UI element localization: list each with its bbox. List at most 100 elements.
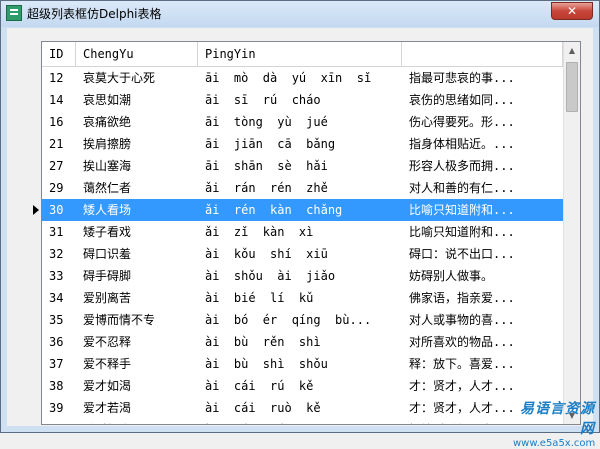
cell-pinyin: ài cái rú kě bbox=[205, 379, 314, 393]
cell-pinyin: ài bié lí kǔ bbox=[205, 291, 314, 305]
cell-chengyu: 哀思如潮 bbox=[83, 93, 132, 107]
cell-chengyu: 矮人看场 bbox=[83, 203, 132, 217]
cell-chengyu: 蔼然仁者 bbox=[83, 181, 132, 195]
cell-pinyin: āi shān sè hǎi bbox=[205, 159, 328, 173]
cell-pinyin: ǎi rén kàn chǎng bbox=[205, 203, 343, 217]
table-row[interactable]: 30 矮人看场 ǎi rén kàn chǎng 比喻只知道附和... bbox=[42, 199, 563, 221]
site-watermark: 易语言资源网 www.e5a5x.com bbox=[513, 398, 595, 449]
cell-pinyin: ài kǒu shí xiū bbox=[205, 247, 328, 261]
column-header-id[interactable]: ID bbox=[42, 42, 76, 66]
cell-chengyu: 碍口识羞 bbox=[83, 247, 132, 261]
cell-chengyu: 爱才如渴 bbox=[83, 379, 132, 393]
cell-meaning: 比喻只知道附和... bbox=[409, 225, 515, 239]
cell-pinyin: ǎi zǐ kàn xì bbox=[205, 225, 314, 239]
cell-meaning: 比喻只知道附和... bbox=[409, 203, 515, 217]
table-row[interactable]: 14 哀思如潮 āi sī rú cháo 哀伤的思绪如同... bbox=[42, 89, 563, 111]
cell-id: 32 bbox=[49, 247, 64, 261]
app-icon bbox=[6, 5, 22, 21]
table-row[interactable]: 39 爱才若渴 ài cái ruò kě 才：贤才，人才... bbox=[42, 397, 563, 419]
watermark-name: 易语言资源网 bbox=[520, 401, 595, 437]
data-grid[interactable]: ID ChengYu PingYin 12 哀莫大于心死 āi mò dà yú x… bbox=[41, 41, 581, 425]
cell-meaning: 佛家语，指亲爱... bbox=[409, 291, 515, 305]
cell-chengyu: 挨肩擦膀 bbox=[83, 137, 132, 151]
cell-meaning: 指最可悲哀的事... bbox=[409, 71, 515, 85]
column-header-meaning[interactable] bbox=[402, 42, 563, 66]
cell-id: 33 bbox=[49, 269, 64, 283]
vertical-scrollbar[interactable]: ▲ ▼ bbox=[563, 42, 580, 424]
row-pointer-icon bbox=[33, 205, 39, 215]
cell-meaning: 伤心得要死。形... bbox=[409, 115, 515, 129]
scroll-up-arrow-icon[interactable]: ▲ bbox=[564, 42, 580, 59]
cell-id: 12 bbox=[49, 71, 64, 85]
cell-meaning: 才：贤才，人才... bbox=[409, 379, 515, 393]
close-button[interactable]: ✕ bbox=[551, 2, 593, 20]
cell-id: 21 bbox=[49, 137, 64, 151]
cell-meaning: 释：放下。喜爱... bbox=[409, 357, 515, 371]
close-icon: ✕ bbox=[566, 4, 578, 18]
cell-pinyin: ài bù shì shǒu bbox=[205, 357, 328, 371]
client-area: ID ChengYu PingYin 12 哀莫大于心死 āi mò dà yú x… bbox=[7, 28, 593, 426]
cell-chengyu: 爱别离苦 bbox=[83, 291, 132, 305]
title-bar[interactable]: 超级列表框仿Delphi表格 ✕ bbox=[1, 1, 599, 27]
cell-id: 29 bbox=[49, 181, 64, 195]
cell-id: 30 bbox=[49, 203, 64, 217]
cell-chengyu: 爱博而情不专 bbox=[83, 313, 156, 327]
cell-id: 39 bbox=[49, 401, 64, 415]
scrollbar-thumb[interactable] bbox=[566, 62, 578, 112]
cell-chengyu: 爱才若渴 bbox=[83, 401, 132, 415]
table-row[interactable]: 33 碍手碍脚 ài shǒu ài jiǎo 妨碍别人做事。 bbox=[42, 265, 563, 287]
cell-chengyu: 碍手碍脚 bbox=[83, 269, 132, 283]
cell-id: 27 bbox=[49, 159, 64, 173]
table-row[interactable]: 40爱财如命ài cái rú mìng把钱财看得跟生... bbox=[42, 419, 563, 424]
cell-pinyin: ài bù rěn shì bbox=[205, 335, 321, 349]
cell-chengyu: 挨山塞海 bbox=[83, 159, 132, 173]
table-row[interactable]: 31 矮子看戏 ǎi zǐ kàn xì 比喻只知道附和... bbox=[42, 221, 563, 243]
cell-meaning: 对所喜欢的物品... bbox=[409, 335, 515, 349]
cell-id: 37 bbox=[49, 357, 64, 371]
cell-chengyu: 哀痛欲绝 bbox=[83, 115, 132, 129]
cell-chengyu: 矮子看戏 bbox=[83, 225, 132, 239]
main-window: 超级列表框仿Delphi表格 ✕ ID ChengYu PingYin 12 哀莫… bbox=[0, 0, 600, 449]
cell-id: 40 bbox=[42, 419, 76, 424]
cell-id: 14 bbox=[49, 93, 64, 107]
cell-chengyu: 爱不忍释 bbox=[83, 335, 132, 349]
column-header-pinyin[interactable]: PingYin bbox=[198, 42, 402, 66]
cell-pinyin: ài cái rú mìng bbox=[198, 419, 402, 424]
table-row[interactable]: 27 挨山塞海 āi shān sè hǎi 形容人极多而拥... bbox=[42, 155, 563, 177]
cell-id: 31 bbox=[49, 225, 64, 239]
watermark-url: www.e5a5x.com bbox=[513, 438, 596, 449]
cell-pinyin: ài bó ér qíng bù... bbox=[205, 313, 372, 327]
table-row[interactable]: 35 爱博而情不专 ài bó ér qíng bù... 对人或事物的喜... bbox=[42, 309, 563, 331]
table-row[interactable]: 16 哀痛欲绝 āi tòng yù jué 伤心得要死。形... bbox=[42, 111, 563, 133]
cell-id: 35 bbox=[49, 313, 64, 327]
cell-pinyin: ài cái ruò kě bbox=[205, 401, 321, 415]
window-title: 超级列表框仿Delphi表格 bbox=[27, 7, 162, 21]
grid-header: ID ChengYu PingYin bbox=[42, 42, 563, 67]
cell-meaning: 妨碍别人做事。 bbox=[409, 269, 494, 283]
cell-pinyin: āi mò dà yú xīn sǐ bbox=[205, 71, 372, 85]
cell-id: 36 bbox=[49, 335, 64, 349]
table-row[interactable]: 32 碍口识羞 ài kǒu shí xiū 碍口：说不出口... bbox=[42, 243, 563, 265]
cell-meaning: 指身体相贴近。... bbox=[409, 137, 515, 151]
cell-id: 16 bbox=[49, 115, 64, 129]
cell-pinyin: āi sī rú cháo bbox=[205, 93, 321, 107]
cell-meaning: 哀伤的思绪如同... bbox=[409, 93, 515, 107]
table-row[interactable]: 29 蔼然仁者 ǎi rán rén zhě 对人和善的有仁... bbox=[42, 177, 563, 199]
cell-pinyin: āi jiān cā bǎng bbox=[205, 137, 336, 151]
table-row[interactable]: 21 挨肩擦膀 āi jiān cā bǎng 指身体相贴近。... bbox=[42, 133, 563, 155]
table-row[interactable]: 38 爱才如渴 ài cái rú kě 才：贤才，人才... bbox=[42, 375, 563, 397]
cell-meaning: 对人和善的有仁... bbox=[409, 181, 515, 195]
cell-id: 34 bbox=[49, 291, 64, 305]
cell-pinyin: āi tòng yù jué bbox=[205, 115, 328, 129]
cell-id: 38 bbox=[49, 379, 64, 393]
column-header-chengyu[interactable]: ChengYu bbox=[76, 42, 198, 66]
table-row[interactable]: 34 爱别离苦 ài bié lí kǔ 佛家语，指亲爱... bbox=[42, 287, 563, 309]
cell-chengyu: 哀莫大于心死 bbox=[83, 71, 156, 85]
cell-pinyin: ǎi rán rén zhě bbox=[205, 181, 328, 195]
cell-chengyu: 爱不释手 bbox=[83, 357, 132, 371]
table-row[interactable]: 12 哀莫大于心死 āi mò dà yú xīn sǐ 指最可悲哀的事... bbox=[42, 67, 563, 89]
table-row[interactable]: 36 爱不忍释 ài bù rěn shì 对所喜欢的物品... bbox=[42, 331, 563, 353]
table-row[interactable]: 37 爱不释手 ài bù shì shǒu 释：放下。喜爱... bbox=[42, 353, 563, 375]
cell-meaning: 形容人极多而拥... bbox=[409, 159, 515, 173]
cell-pinyin: ài shǒu ài jiǎo bbox=[205, 269, 336, 283]
